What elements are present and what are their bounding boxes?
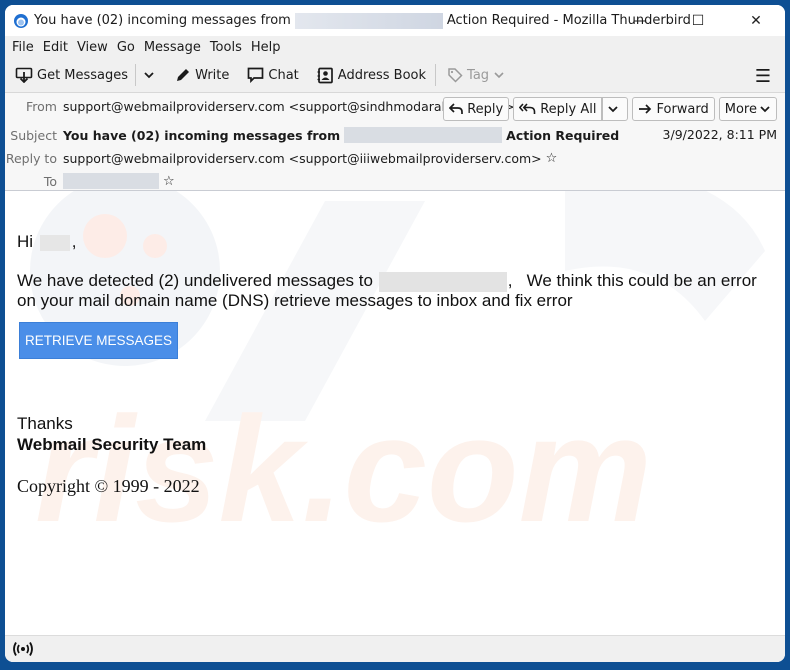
forward-arrow-icon — [639, 104, 652, 114]
download-inbox-icon — [15, 67, 33, 83]
menu-message[interactable]: Message — [144, 40, 201, 55]
more-button[interactable]: More — [718, 97, 777, 121]
reply-to-row: Reply to support@webmailproviderserv.com… — [5, 151, 557, 166]
tag-icon — [448, 68, 463, 83]
header-actions: Reply Reply All Forward More — [439, 97, 777, 121]
redacted-sender — [344, 127, 503, 143]
more-label: More — [724, 101, 757, 117]
chevron-down-icon — [760, 106, 770, 113]
get-messages-label: Get Messages — [37, 67, 129, 83]
reply-all-icon — [519, 103, 536, 114]
message-date: 3/9/2022, 8:11 PM — [662, 127, 777, 142]
message-body: risk.com Hi , We have detected (2) undel… — [5, 191, 785, 636]
body-line-1: We have detected (2) undelivered message… — [17, 271, 757, 292]
toolbar-divider — [135, 64, 137, 86]
reply-to-label: Reply to — [5, 151, 57, 166]
thunderbird-logo-icon — [14, 13, 28, 28]
toolbar-divider — [435, 64, 437, 86]
menu-view[interactable]: View — [77, 40, 108, 55]
address-book-label: Address Book — [337, 67, 427, 83]
title-bar: You have (02) incoming messages from Act… — [5, 5, 785, 36]
redacted-name — [39, 234, 70, 251]
get-messages-button[interactable]: Get Messages — [10, 62, 133, 88]
redacted-sender — [294, 12, 443, 29]
subject-text: You have (02) incoming messages from — [63, 127, 341, 143]
chat-button[interactable]: Chat — [242, 62, 303, 88]
menu-file[interactable]: File — [12, 40, 34, 55]
main-toolbar: Get Messages Write Chat Address Book Tag… — [5, 58, 785, 93]
status-bar — [5, 635, 785, 662]
tag-label: Tag — [467, 67, 490, 83]
chevron-down-icon — [608, 106, 619, 113]
message-header: From support@webmailproviderserv.com <su… — [5, 93, 785, 191]
retrieve-messages-button[interactable]: RETRIEVE MESSAGES — [19, 322, 178, 359]
reply-all-button[interactable]: Reply All — [513, 97, 603, 121]
maximize-button[interactable]: ☐ — [669, 5, 727, 36]
body-text-suffix: , We think this could be an error — [507, 271, 757, 290]
copyright-text: Copyright © 1999 - 2022 — [17, 476, 200, 496]
chat-label: Chat — [268, 67, 299, 83]
redacted-recipient — [63, 173, 159, 189]
menu-tools[interactable]: Tools — [210, 40, 242, 55]
reply-button[interactable]: Reply — [443, 97, 510, 121]
watermark-logo: risk.com — [30, 191, 765, 553]
svg-text:risk.com: risk.com — [35, 385, 652, 553]
window-title-prefix: You have (02) incoming messages from — [34, 13, 291, 28]
subject-row: Subject You have (02) incoming messages … — [5, 127, 619, 143]
reply-all-dropdown[interactable] — [602, 97, 629, 121]
to-row: To ☆ — [5, 173, 175, 189]
greeting-text: Hi — [17, 232, 34, 251]
body-text: We have detected (2) undelivered message… — [17, 271, 373, 290]
greeting-line: Hi , — [17, 232, 77, 252]
menu-edit[interactable]: Edit — [43, 40, 68, 55]
subject-suffix: Action Required — [506, 127, 620, 143]
reply-all-label: Reply All — [540, 101, 597, 117]
greeting-comma: , — [71, 232, 77, 251]
close-button[interactable]: ✕ — [727, 5, 785, 36]
to-label: To — [43, 173, 57, 189]
minimize-button[interactable]: — — [611, 5, 669, 36]
pencil-icon — [177, 69, 190, 81]
window-controls: — ☐ ✕ — [611, 5, 785, 36]
write-button[interactable]: Write — [170, 62, 234, 88]
menu-help[interactable]: Help — [251, 40, 281, 55]
forward-button[interactable]: Forward — [632, 97, 715, 121]
subject-label: Subject — [10, 127, 57, 143]
redacted-email — [378, 271, 507, 292]
address-book-button[interactable]: Address Book — [312, 62, 431, 88]
activity-wireless-icon[interactable] — [12, 641, 34, 657]
write-label: Write — [195, 67, 230, 83]
reply-all-split: Reply All — [509, 97, 629, 121]
menu-bar: File Edit View Go Message Tools Help — [5, 36, 785, 58]
window-title: You have (02) incoming messages from Act… — [34, 12, 691, 29]
star-icon[interactable]: ☆ — [546, 151, 558, 166]
menu-go[interactable]: Go — [117, 40, 135, 55]
reply-to-address[interactable]: support@webmailproviderserv.com <support… — [63, 151, 542, 166]
forward-label: Forward — [656, 101, 709, 117]
signature: Webmail Security Team — [17, 435, 207, 454]
address-book-icon — [317, 67, 333, 83]
app-menu-icon[interactable]: ☰ — [755, 66, 771, 87]
chevron-down-icon — [144, 72, 154, 79]
from-label: From — [26, 99, 57, 114]
star-icon[interactable]: ☆ — [163, 174, 175, 189]
reply-label: Reply — [467, 101, 504, 117]
thanks-text: Thanks — [17, 414, 73, 433]
thunderbird-window: You have (02) incoming messages from Act… — [5, 5, 785, 662]
tag-button[interactable]: Tag — [442, 62, 514, 88]
body-line-2: on your mail domain name (DNS) retrieve … — [17, 291, 573, 310]
chevron-down-icon — [494, 72, 504, 79]
chat-bubble-icon — [248, 67, 264, 83]
reply-icon — [449, 103, 464, 114]
get-messages-dropdown[interactable] — [138, 62, 164, 88]
